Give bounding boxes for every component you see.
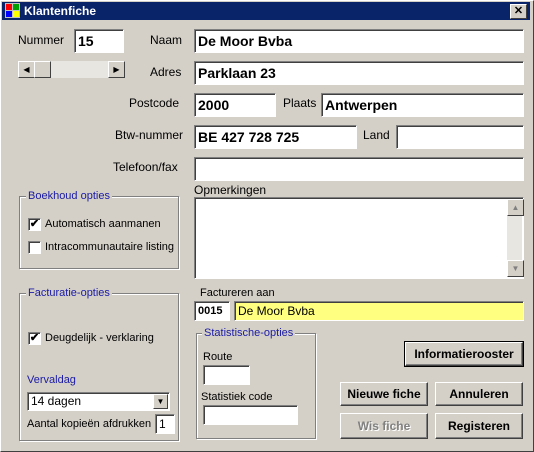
opmerkingen-scrollbar[interactable]: ▲ ▼ xyxy=(507,199,524,277)
statcode-label: Statistiek code xyxy=(201,391,273,403)
auto-aanmanen-checkbox[interactable]: ✔ xyxy=(28,218,41,231)
land-label: Land xyxy=(363,128,390,142)
factureren-name-field[interactable]: De Moor Bvba xyxy=(234,301,524,321)
vervaldag-select[interactable]: 14 dagen ▼ xyxy=(27,392,170,411)
scroll-right-icon[interactable]: ▶ xyxy=(108,61,125,78)
telefoon-field[interactable] xyxy=(194,157,524,181)
statcode-field[interactable] xyxy=(203,405,298,425)
deugdelijk-checkbox[interactable]: ✔ xyxy=(28,332,41,345)
plaats-label: Plaats xyxy=(283,96,317,110)
route-label: Route xyxy=(203,351,233,363)
vervaldag-label: Vervaldag xyxy=(27,374,76,386)
naam-field[interactable]: De Moor Bvba xyxy=(194,29,524,53)
window-title: Klantenfiche xyxy=(24,4,97,18)
postcode-label: Postcode xyxy=(129,96,180,110)
annuleren-button[interactable]: Annuleren xyxy=(435,382,523,406)
nieuwe-fiche-button[interactable]: Nieuwe fiche xyxy=(340,382,428,406)
adres-label: Adres xyxy=(150,65,182,79)
postcode-field[interactable]: 2000 xyxy=(194,93,276,117)
record-scrollbar[interactable]: ◀ ▶ xyxy=(18,61,125,78)
kopieen-label: Aantal kopieën afdrukken xyxy=(27,418,152,430)
statistische-title: Statistische-opties xyxy=(202,327,296,339)
scroll-down-icon[interactable]: ▼ xyxy=(507,260,524,277)
opmerkingen-label: Opmerkingen xyxy=(194,183,267,197)
naam-label: Naam xyxy=(150,33,183,47)
land-field[interactable] xyxy=(396,125,524,149)
auto-aanmanen-label: Automatisch aanmanen xyxy=(45,218,161,230)
close-icon: ✕ xyxy=(513,5,524,17)
kopieen-field[interactable]: 1 xyxy=(155,414,175,434)
registeren-button[interactable]: Registeren xyxy=(435,413,523,439)
btw-field[interactable]: BE 427 728 725 xyxy=(194,125,357,149)
facturatie-title: Facturatie-opties xyxy=(26,287,112,299)
factureren-label: Factureren aan xyxy=(200,287,275,299)
plaats-field[interactable]: Antwerpen xyxy=(321,93,524,117)
app-icon xyxy=(5,3,20,18)
intra-checkbox[interactable] xyxy=(28,241,41,254)
close-button[interactable]: ✕ xyxy=(510,4,527,19)
opmerkingen-textarea[interactable]: ▲ ▼ xyxy=(194,197,524,279)
deugdelijk-label: Deugdelijk - verklaring xyxy=(45,332,154,344)
scroll-up-icon[interactable]: ▲ xyxy=(507,199,524,216)
btw-label: Btw-nummer xyxy=(115,128,184,142)
title-bar[interactable]: Klantenfiche ✕ xyxy=(2,2,530,20)
scroll-left-icon[interactable]: ◀ xyxy=(18,61,35,78)
boekhoud-group xyxy=(19,196,179,269)
nummer-field[interactable]: 15 xyxy=(74,29,124,53)
scroll-thumb[interactable] xyxy=(34,61,51,78)
vervaldag-value: 14 dagen xyxy=(31,394,82,408)
telefoon-label: Telefoon/fax xyxy=(113,160,178,174)
wis-fiche-button[interactable]: Wis fiche xyxy=(340,413,428,439)
nummer-label: Nummer xyxy=(18,33,65,47)
boekhoud-title: Boekhoud opties xyxy=(26,190,112,202)
intra-label: Intracommunautaire listing xyxy=(45,241,175,253)
informatierooster-button[interactable]: Informatierooster xyxy=(404,341,524,367)
adres-field[interactable]: Parklaan 23 xyxy=(194,61,524,85)
factureren-code-field[interactable]: 0015 xyxy=(194,301,230,321)
chevron-down-icon[interactable]: ▼ xyxy=(153,394,168,409)
route-field[interactable] xyxy=(203,365,250,385)
